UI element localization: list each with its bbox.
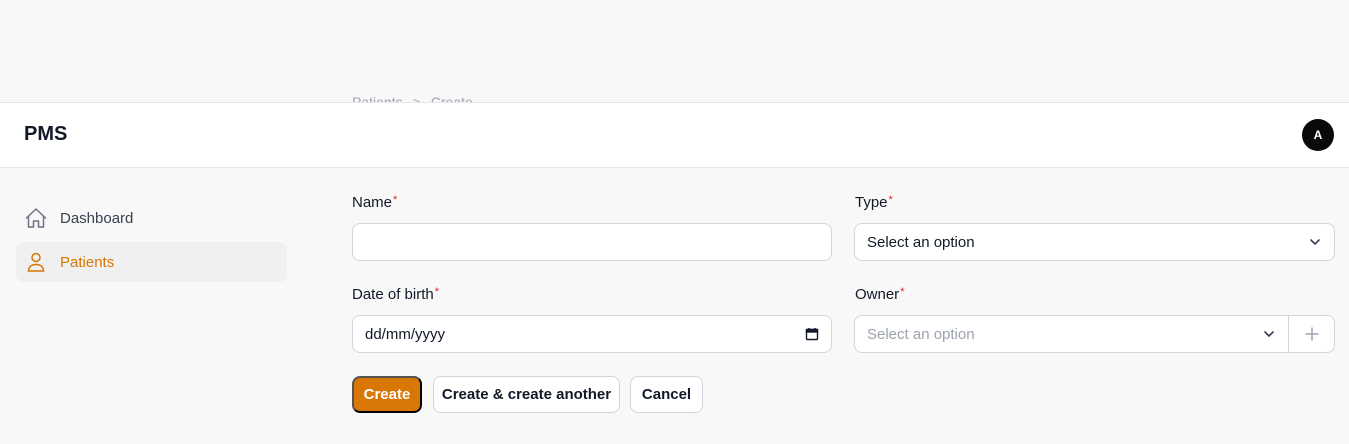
required-mark: * <box>900 286 905 298</box>
avatar[interactable]: A <box>1302 119 1334 151</box>
type-select[interactable]: Select an option <box>854 223 1335 261</box>
cancel-button[interactable]: Cancel <box>630 376 703 413</box>
user-icon <box>24 250 48 274</box>
date-of-birth-field[interactable]: dd/mm/yyyy <box>352 315 832 353</box>
home-icon <box>24 206 48 230</box>
required-mark: * <box>888 194 893 206</box>
sidebar: Dashboard Patients <box>16 198 287 286</box>
create-button[interactable]: Create <box>352 376 422 413</box>
app-title[interactable]: PMS <box>24 123 67 146</box>
name-field[interactable] <box>352 223 832 261</box>
sidebar-item-label: Patients <box>60 253 115 271</box>
chevron-down-icon <box>1262 327 1276 341</box>
sidebar-item-dashboard[interactable]: Dashboard <box>16 198 287 238</box>
dob-label: Date of birth* <box>352 286 439 303</box>
type-label: Type* <box>855 194 893 211</box>
required-mark: * <box>434 286 439 298</box>
add-owner-button[interactable] <box>1288 316 1334 352</box>
plus-icon <box>1304 327 1319 341</box>
top-bar: PMS A <box>0 102 1349 168</box>
name-label: Name* <box>352 194 398 211</box>
required-mark: * <box>393 194 398 206</box>
sidebar-item-patients[interactable]: Patients <box>16 242 287 282</box>
owner-label: Owner* <box>855 286 905 303</box>
owner-select[interactable]: Select an option <box>854 315 1335 353</box>
create-another-button[interactable]: Create & create another <box>433 376 620 413</box>
sidebar-item-label: Dashboard <box>60 209 134 227</box>
calendar-icon[interactable] <box>805 327 819 341</box>
chevron-down-icon <box>1308 235 1322 249</box>
